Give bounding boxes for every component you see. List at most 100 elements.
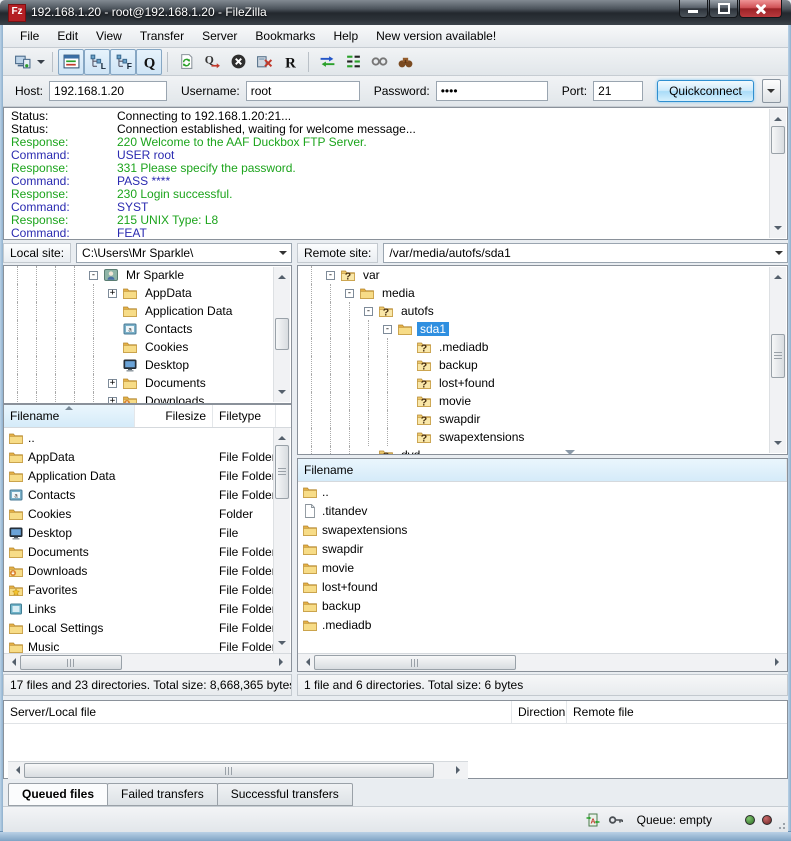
scroll-down-arrow[interactable] (274, 387, 290, 402)
scroll-up-arrow[interactable] (274, 267, 290, 282)
synchronized-browsing-button[interactable] (314, 49, 340, 75)
cancel-operation-button[interactable] (225, 49, 251, 75)
scroll-thumb[interactable] (771, 334, 785, 378)
tab-queued-files[interactable]: Queued files (8, 783, 108, 806)
tree-node-downloads[interactable]: Downloads (4, 392, 291, 404)
tree-node-swapextensions[interactable]: swapextensions (298, 428, 787, 446)
tree-node-contacts[interactable]: Contacts (4, 320, 291, 338)
file-row[interactable]: swapdir (298, 539, 787, 558)
expand-expander[interactable] (108, 289, 117, 298)
local-list-hscrollbar[interactable] (4, 653, 291, 671)
queue-hscrollbar[interactable] (8, 761, 468, 779)
menu-help[interactable]: Help (324, 27, 367, 45)
file-row[interactable]: Application Data File Folder (4, 466, 291, 485)
toggle-remote-tree-button[interactable]: F (110, 49, 136, 75)
file-row[interactable]: Links File Folder (4, 599, 291, 618)
tree-node-media[interactable]: media (298, 284, 787, 302)
scroll-thumb[interactable] (771, 126, 785, 154)
maximize-button[interactable] (709, 0, 738, 18)
remote-directory-tree[interactable]: var media autofs sda1 .mediadb (297, 265, 788, 455)
remote-tree-scrollbar[interactable] (769, 267, 786, 453)
file-row[interactable]: .mediadb (298, 615, 787, 634)
file-row[interactable]: Favorites File Folder (4, 580, 291, 599)
column-header-direction[interactable]: Direction (512, 701, 567, 723)
tree-node-application-data[interactable]: Application Data (4, 302, 291, 320)
file-row[interactable]: .titandev (298, 501, 787, 520)
combo-dropdown-arrow[interactable] (771, 244, 787, 262)
menu-new-version[interactable]: New version available! (367, 27, 505, 45)
toggle-local-tree-button[interactable]: L (84, 49, 110, 75)
menu-transfer[interactable]: Transfer (131, 27, 193, 45)
site-manager-dropdown[interactable] (37, 60, 45, 68)
remote-site-combo[interactable]: /var/media/autofs/sda1 (383, 243, 788, 263)
title-bar[interactable]: 192.168.1.20 - root@192.168.1.20 - FileZ… (0, 0, 791, 25)
scroll-up-arrow[interactable] (770, 267, 786, 282)
log-scrollbar[interactable] (769, 109, 786, 238)
column-header-filetype[interactable]: Filetype (213, 405, 276, 427)
tree-node-movie[interactable]: movie (298, 392, 787, 410)
file-row[interactable]: backup (298, 596, 787, 615)
directory-comparison-button[interactable] (340, 49, 366, 75)
toggle-message-log-button[interactable] (58, 49, 84, 75)
scroll-left-arrow[interactable] (4, 654, 20, 671)
tree-node-sda1[interactable]: sda1 (298, 320, 787, 338)
encryption-key-icon[interactable] (608, 812, 624, 828)
column-header-filename[interactable]: Filename (298, 459, 787, 481)
username-input[interactable] (246, 81, 360, 101)
menu-edit[interactable]: Edit (48, 27, 87, 45)
expand-expander[interactable] (108, 397, 117, 405)
quickconnect-dropdown[interactable] (762, 79, 781, 103)
file-row[interactable]: .. (298, 482, 787, 501)
local-directory-tree[interactable]: Mr Sparkle AppData Application Data Cont… (3, 265, 292, 404)
site-manager-button[interactable] (9, 49, 35, 75)
file-row[interactable]: Desktop File (4, 523, 291, 542)
column-header-server-local-file[interactable]: Server/Local file (4, 701, 512, 723)
collapse-expander[interactable] (326, 271, 335, 280)
tree-node-mr-sparkle[interactable]: Mr Sparkle (4, 266, 291, 284)
menu-view[interactable]: View (87, 27, 131, 45)
local-list-scrollbar[interactable] (273, 428, 290, 653)
scroll-down-arrow[interactable] (274, 638, 290, 653)
remote-file-list[interactable]: Filename .. .titandev swapextensions swa… (297, 458, 788, 672)
toggle-queue-button[interactable]: Q (136, 49, 162, 75)
menu-server[interactable]: Server (193, 27, 246, 45)
tree-node-backup[interactable]: backup (298, 356, 787, 374)
tab-successful-transfers[interactable]: Successful transfers (217, 783, 353, 806)
resize-grip[interactable] (775, 819, 785, 829)
tree-node-var[interactable]: var (298, 266, 787, 284)
close-button[interactable] (739, 0, 782, 18)
refresh-button[interactable] (173, 49, 199, 75)
menu-bookmarks[interactable]: Bookmarks (246, 27, 324, 45)
disconnect-button[interactable] (251, 49, 277, 75)
scroll-thumb[interactable] (314, 655, 516, 670)
tree-node-appdata[interactable]: AppData (4, 284, 291, 302)
tree-node-dvd[interactable]: dvd (298, 446, 787, 455)
scroll-thumb[interactable] (24, 763, 434, 778)
tree-node-mediadb[interactable]: .mediadb (298, 338, 787, 356)
local-file-list[interactable]: Filename Filesize Filetype .. AppData Fi… (3, 404, 292, 672)
scroll-left-arrow[interactable] (298, 654, 314, 671)
tab-failed-transfers[interactable]: Failed transfers (107, 783, 218, 806)
file-row[interactable]: .. (4, 428, 291, 447)
tree-node-desktop[interactable]: Desktop (4, 356, 291, 374)
local-site-combo[interactable]: C:\Users\Mr Sparkle\ (76, 243, 292, 263)
scroll-thumb[interactable] (20, 655, 122, 670)
scroll-thumb[interactable] (275, 318, 289, 350)
reconnect-button[interactable]: R (277, 49, 303, 75)
scroll-up-arrow[interactable] (770, 109, 786, 124)
file-row[interactable]: Music File Folder (4, 637, 291, 653)
file-search-button[interactable] (392, 49, 418, 75)
expand-expander[interactable] (108, 379, 117, 388)
file-row[interactable]: AppData File Folder (4, 447, 291, 466)
collapse-expander[interactable] (89, 271, 98, 280)
scroll-up-arrow[interactable] (274, 428, 290, 443)
tree-node-documents[interactable]: Documents (4, 374, 291, 392)
file-row[interactable]: lost+found (298, 577, 787, 596)
message-log[interactable]: Status:Connecting to 192.168.1.20:21... … (3, 107, 788, 240)
port-input[interactable] (593, 81, 643, 101)
minimize-button[interactable] (679, 0, 708, 18)
file-row[interactable]: Downloads File Folder (4, 561, 291, 580)
scroll-thumb[interactable] (275, 445, 289, 499)
column-header-filename[interactable]: Filename (4, 405, 135, 427)
tree-node-autofs[interactable]: autofs (298, 302, 787, 320)
